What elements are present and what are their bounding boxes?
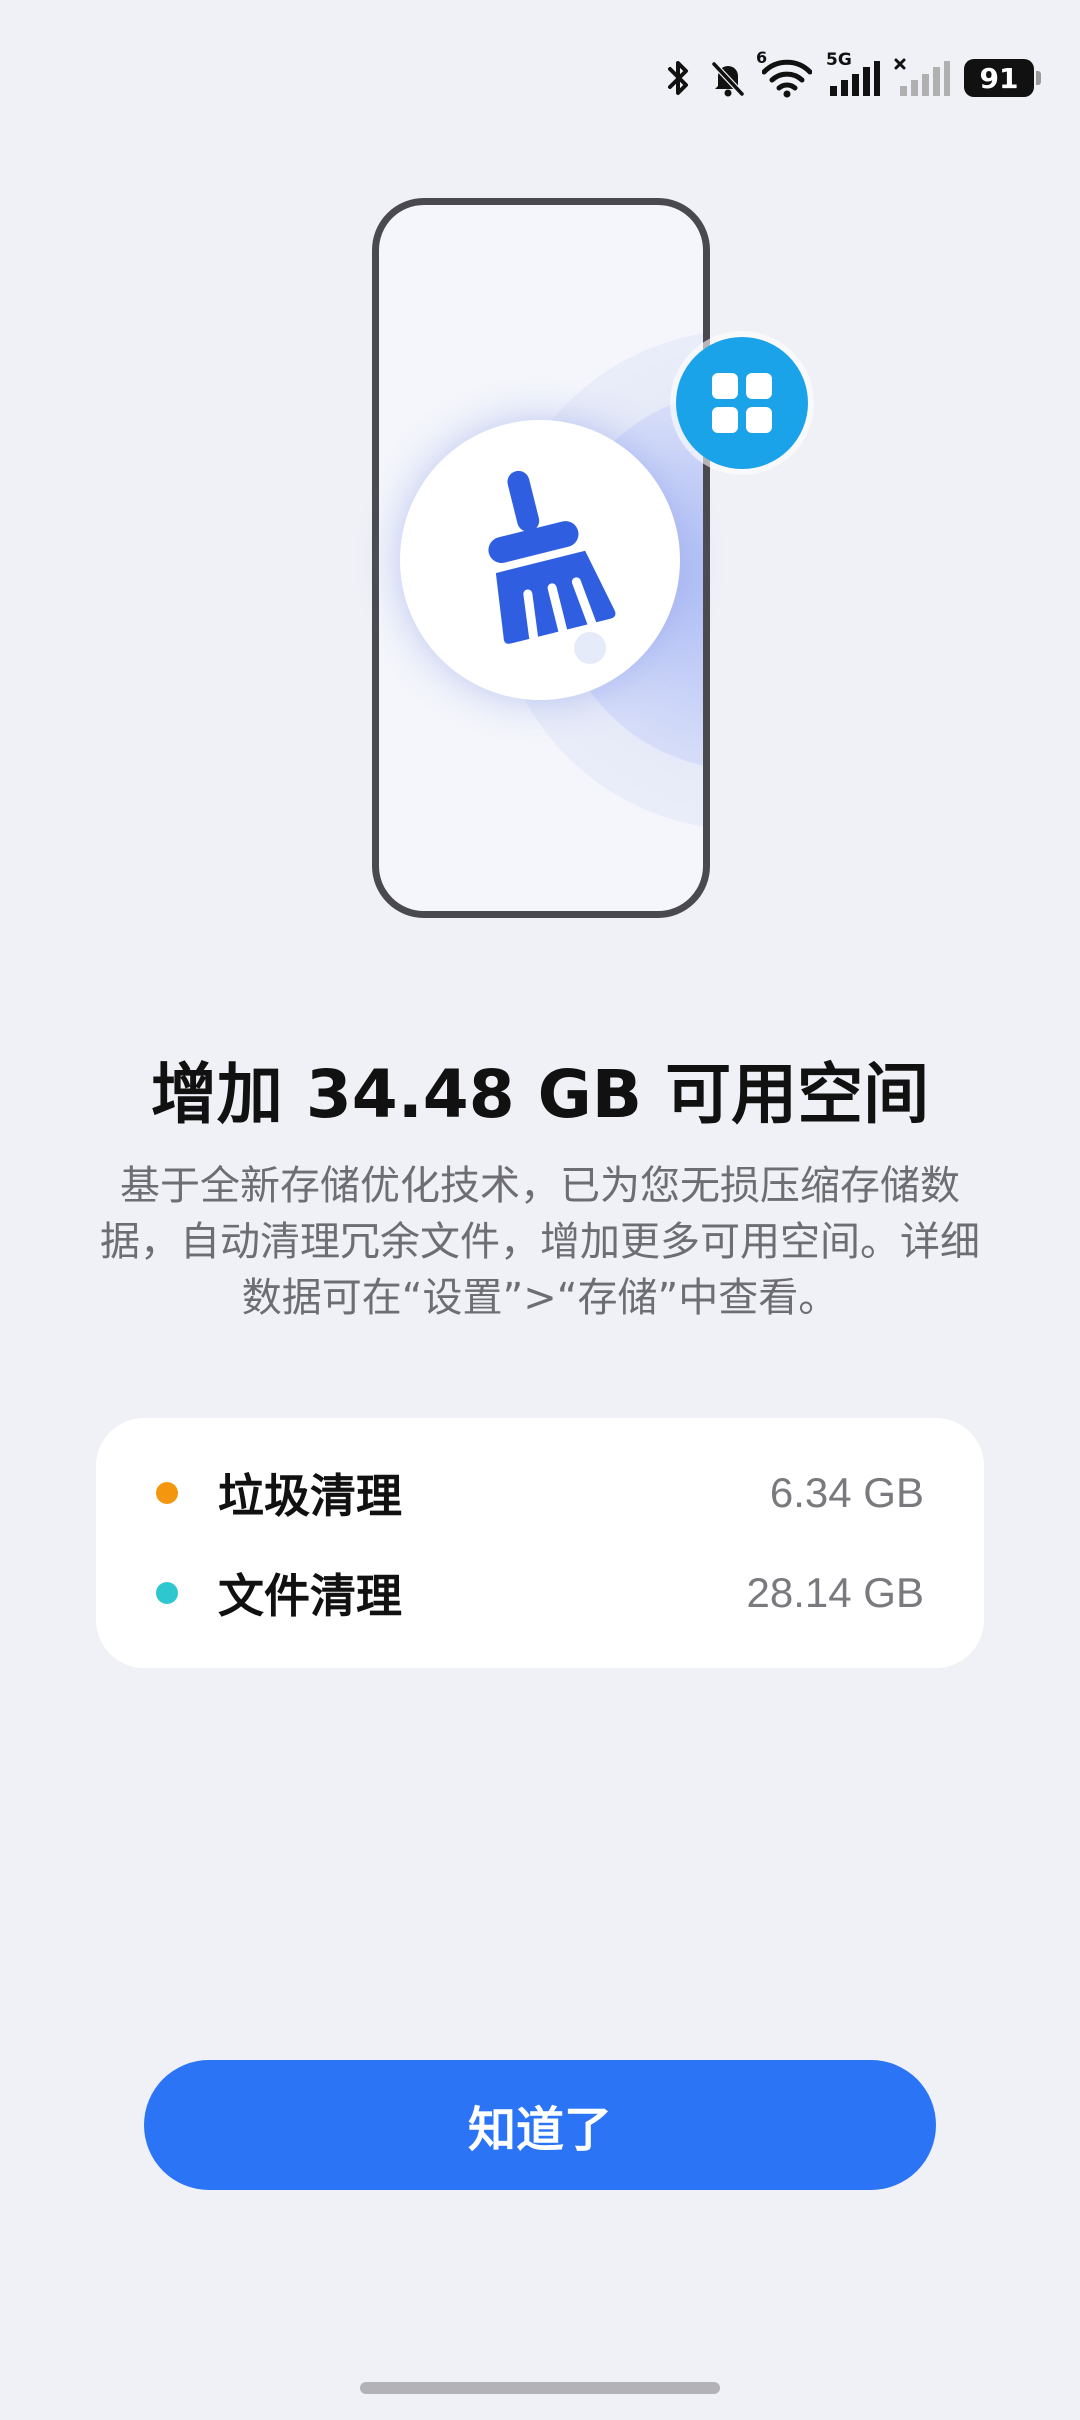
cellular-signal-icon — [830, 61, 880, 96]
wifi-indicator: 6 — [756, 48, 812, 98]
storage-illustration — [0, 180, 1080, 940]
row-label-junk: 垃圾清理 — [218, 1469, 402, 1523]
app-grid-icon — [712, 373, 772, 433]
bell-off-icon — [711, 61, 745, 97]
wifi-icon — [762, 59, 812, 98]
row-label-files: 文件清理 — [218, 1569, 402, 1623]
battery-tip — [1036, 71, 1041, 85]
row-value-junk: 6.34 GB — [769, 1469, 924, 1516]
cleanup-summary-card: 垃圾清理 6.34 GB 文件清理 28.14 GB — [96, 1418, 984, 1668]
cleanup-disc — [400, 420, 680, 700]
summary-row-files: 文件清理 28.14 GB — [96, 1543, 984, 1643]
got-it-button[interactable]: 知道了 — [144, 2060, 936, 2190]
bluetooth-icon — [668, 61, 688, 95]
battery-icon: 91 — [964, 58, 1044, 98]
description-text: 基于全新存储优化技术，已为您无损压缩存储数据，自动清理冗余文件，增加更多可用空间… — [100, 1163, 980, 1321]
row-value-files: 28.14 GB — [746, 1569, 924, 1616]
app-grid-badge — [676, 337, 808, 469]
page-title: 增加 34.48 GB 可用空间 — [150, 1056, 930, 1133]
broom-icon — [488, 470, 616, 664]
summary-row-junk: 垃圾清理 6.34 GB — [96, 1443, 984, 1543]
status-dot-junk — [156, 1482, 178, 1504]
status-bar: 6 5G 91 — [664, 48, 1044, 108]
wifi-generation-badge: 6 — [756, 48, 768, 67]
battery-level: 91 — [964, 59, 1034, 97]
home-indicator[interactable] — [360, 2382, 720, 2394]
cellular-indicator: 5G — [826, 50, 880, 98]
status-dot-files — [156, 1582, 178, 1604]
cellular-no-signal-icon — [894, 58, 950, 96]
